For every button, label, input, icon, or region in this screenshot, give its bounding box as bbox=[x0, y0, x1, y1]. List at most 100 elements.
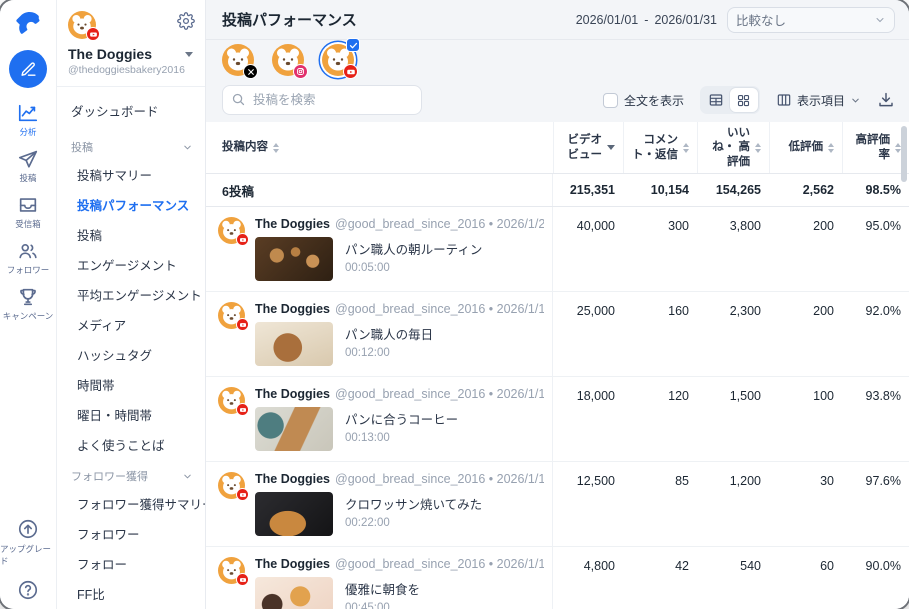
table-row[interactable]: The Doggies@good_bread_since_2016 • 2026… bbox=[206, 292, 909, 377]
sidebar-item-follower-summary[interactable]: フォロワー獲得サマリー bbox=[57, 488, 205, 518]
posts-table: 投稿内容 ビデオ ビュー コメント・返信 いいね・ 高評価 低評価 bbox=[206, 122, 909, 609]
search-input[interactable] bbox=[222, 85, 422, 115]
rail-item-followers[interactable]: フォロワー bbox=[0, 240, 56, 276]
sidebar-item-followers[interactable]: フォロワー bbox=[57, 518, 205, 548]
rail-item-inbox[interactable]: 受信箱 bbox=[0, 194, 56, 230]
cell-video-views: 12,500 bbox=[553, 462, 623, 546]
help-button[interactable] bbox=[0, 579, 56, 601]
account-profile[interactable]: The Doggies @thedoggiesbakery2016 bbox=[57, 0, 205, 87]
sidebar-item-day-time[interactable]: 曜日・時間帯 bbox=[57, 399, 205, 429]
gear-icon[interactable] bbox=[177, 12, 195, 30]
grid-view-button[interactable] bbox=[730, 88, 758, 112]
search-box bbox=[222, 85, 422, 115]
post-title[interactable]: クロワッサン焼いてみた bbox=[345, 494, 482, 513]
sidebar-item-avg-engagement[interactable]: 平均エンゲージメント bbox=[57, 279, 205, 309]
summary-dislikes: 2,562 bbox=[769, 174, 842, 206]
post-avatar bbox=[218, 387, 245, 414]
sidebar-item-follows[interactable]: フォロー bbox=[57, 548, 205, 578]
fulltext-checkbox[interactable] bbox=[603, 93, 618, 108]
trophy-icon bbox=[17, 286, 39, 308]
sidebar-item-ff-ratio[interactable]: FF比 bbox=[57, 578, 205, 608]
column-header-comments[interactable]: コメント・返信 bbox=[623, 122, 697, 173]
post-thumbnail[interactable] bbox=[255, 577, 333, 609]
account-switch-caret-icon[interactable] bbox=[185, 52, 193, 57]
summary-likes: 154,265 bbox=[697, 174, 769, 206]
table-row[interactable]: The Doggies@good_bread_since_2016 • 2026… bbox=[206, 547, 909, 609]
instagram-badge-icon bbox=[293, 64, 308, 79]
account-chip-x[interactable] bbox=[222, 44, 254, 76]
cell-like-rate: 92.0% bbox=[842, 292, 909, 376]
sidebar-item-post-performance[interactable]: 投稿パフォーマンス bbox=[57, 189, 205, 219]
rail-item-posts[interactable]: 投稿 bbox=[0, 148, 56, 184]
help-icon bbox=[17, 579, 39, 601]
fulltext-toggle[interactable]: 全文を表示 bbox=[603, 92, 684, 109]
cell-video-views: 18,000 bbox=[553, 377, 623, 461]
sidebar-item-media[interactable]: メディア bbox=[57, 309, 205, 339]
column-header-dislikes[interactable]: 低評価 bbox=[769, 122, 842, 173]
sidebar-item-posts[interactable]: 投稿 bbox=[57, 219, 205, 249]
sidebar-item-engagement[interactable]: エンゲージメント bbox=[57, 249, 205, 279]
summary-label: 6投稿 bbox=[206, 174, 553, 206]
account-avatar bbox=[68, 11, 96, 39]
compare-select[interactable]: 比較なし bbox=[727, 7, 895, 33]
download-icon bbox=[877, 91, 895, 109]
post-title[interactable]: パンに合うコーヒー bbox=[345, 409, 458, 428]
youtube-badge-icon bbox=[86, 27, 100, 41]
post-duration: 00:45:00 bbox=[345, 602, 420, 609]
cell-likes: 1,500 bbox=[697, 377, 769, 461]
column-header-video-views[interactable]: ビデオ ビュー bbox=[553, 122, 623, 173]
cell-dislikes: 100 bbox=[769, 377, 842, 461]
rail-nav: 分析 投稿 受信箱 フォロワー キャンペーン bbox=[0, 102, 56, 322]
sidebar-item-time-of-day[interactable]: 時間帯 bbox=[57, 369, 205, 399]
sort-icon bbox=[755, 143, 761, 153]
column-header-likes[interactable]: いいね・ 高評価 bbox=[697, 122, 769, 173]
sidebar-section-posts[interactable]: 投稿 bbox=[57, 130, 205, 159]
sidebar-item-frequent-words[interactable]: よく使うことば bbox=[57, 429, 205, 459]
table-row[interactable]: The Doggies@good_bread_since_2016 • 2026… bbox=[206, 207, 909, 292]
account-chip-instagram[interactable] bbox=[272, 44, 304, 76]
cell-video-views: 4,800 bbox=[553, 547, 623, 609]
summary-video-views: 215,351 bbox=[553, 174, 623, 206]
rail-item-analytics[interactable]: 分析 bbox=[0, 102, 56, 138]
rail-item-campaign[interactable]: キャンペーン bbox=[0, 286, 56, 322]
table-summary-row: 6投稿 215,351 10,154 154,265 2,562 98.5% bbox=[206, 174, 909, 207]
table-row[interactable]: The Doggies @good_bread_since_2016 • 2026… bbox=[206, 377, 909, 462]
summary-comments: 10,154 bbox=[623, 174, 697, 206]
send-icon bbox=[17, 148, 39, 170]
post-thumbnail[interactable] bbox=[255, 237, 333, 281]
app-window: 分析 投稿 受信箱 フォロワー キャンペーン アップグレード bbox=[0, 0, 909, 609]
post-meta: @good_bread_since_2016 • 2026/1/19 17:00 bbox=[335, 387, 544, 401]
column-header-post-content[interactable]: 投稿内容 bbox=[206, 122, 553, 173]
cell-dislikes: 30 bbox=[769, 462, 842, 546]
table-view-button[interactable] bbox=[702, 88, 730, 112]
rail-bottom: アップグレード bbox=[0, 518, 56, 601]
column-header-like-rate[interactable]: 高評価率 bbox=[842, 122, 909, 173]
vertical-scrollbar[interactable] bbox=[901, 126, 907, 182]
upgrade-button[interactable]: アップグレード bbox=[0, 518, 56, 567]
post-thumbnail[interactable] bbox=[255, 322, 333, 366]
compose-button[interactable] bbox=[9, 50, 47, 88]
sidebar-item-hashtags[interactable]: ハッシュタグ bbox=[57, 339, 205, 369]
cell-likes: 540 bbox=[697, 547, 769, 609]
table-row[interactable]: The Doggies@good_bread_since_2016 • 2026… bbox=[206, 462, 909, 547]
table-header-row: 投稿内容 ビデオ ビュー コメント・返信 いいね・ 高評価 低評価 bbox=[206, 122, 909, 174]
post-thumbnail[interactable] bbox=[255, 407, 333, 451]
post-title[interactable]: パン職人の毎日 bbox=[345, 324, 433, 343]
sort-desc-icon bbox=[607, 145, 615, 150]
display-columns-button[interactable]: 表示項目 bbox=[776, 92, 861, 109]
post-title[interactable]: パン職人の朝ルーティン bbox=[345, 239, 482, 258]
post-thumbnail[interactable] bbox=[255, 492, 333, 536]
sidebar-section-follower-growth[interactable]: フォロワー獲得 bbox=[57, 459, 205, 488]
sidebar-item-post-summary[interactable]: 投稿サマリー bbox=[57, 159, 205, 189]
post-author: The Doggies bbox=[255, 217, 330, 231]
account-chip-youtube[interactable] bbox=[322, 44, 354, 76]
date-range-picker[interactable]: 2026/01/01 - 2026/01/31 bbox=[576, 13, 717, 27]
sidebar-menu: ダッシュボード 投稿 投稿サマリー 投稿パフォーマンス 投稿 エンゲージメント … bbox=[57, 87, 205, 609]
title-bar: 投稿パフォーマンス 2026/01/01 - 2026/01/31 比較なし bbox=[206, 0, 909, 40]
post-title[interactable]: 優雅に朝食を bbox=[345, 579, 420, 598]
download-button[interactable] bbox=[877, 91, 895, 109]
cell-video-views: 25,000 bbox=[553, 292, 623, 376]
sidebar: The Doggies @thedoggiesbakery2016 ダッシュボー… bbox=[57, 0, 206, 609]
sidebar-item-dashboard[interactable]: ダッシュボード bbox=[57, 91, 205, 130]
post-author: The Doggies bbox=[255, 387, 330, 401]
